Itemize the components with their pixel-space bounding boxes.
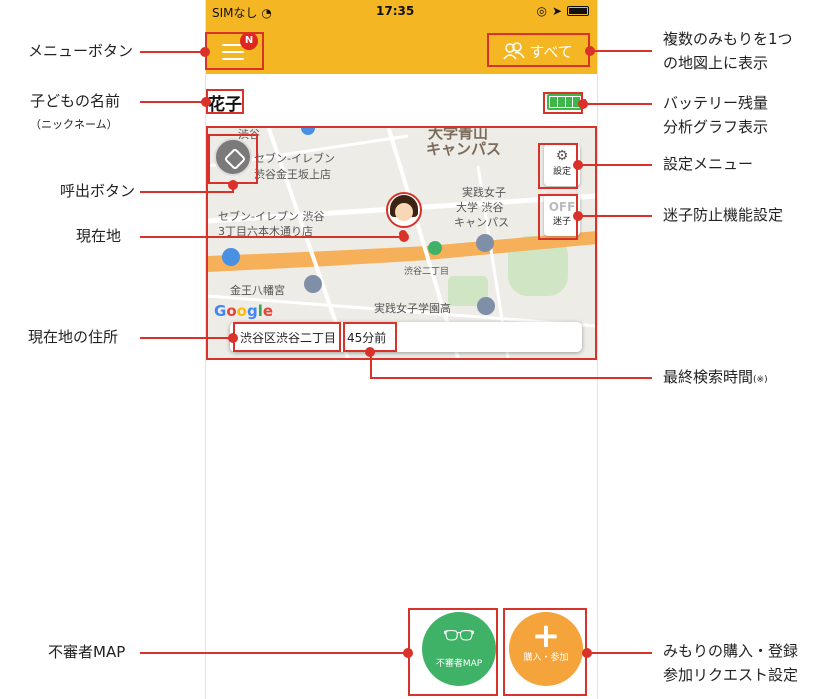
callout-dot-menu (200, 47, 210, 57)
label-last-search-text: 最終検索時間 (663, 368, 754, 386)
callout-dot-all (585, 46, 595, 56)
callout-box-purchase (503, 608, 587, 696)
callout-box-address (233, 322, 341, 352)
callout-dot-time (365, 347, 375, 357)
callout-dot-call (228, 180, 238, 190)
callout-line-name (140, 101, 206, 103)
status-time: 17:35 (376, 4, 415, 18)
callout-box-name (206, 89, 244, 114)
callout-dot-purchase (582, 648, 592, 658)
callout-line-purchase (587, 652, 652, 654)
label-purchase-1: みもりの購入・登録 (663, 642, 799, 660)
callout-line-menu (140, 51, 205, 53)
wifi-icon: ◔ (261, 6, 272, 20)
label-settings-menu: 設定メニュー (663, 155, 754, 173)
status-icons: ◎ ➤ (536, 4, 589, 18)
callout-dot-lost (573, 211, 583, 221)
callout-dot-name (201, 97, 211, 107)
callout-line-all (590, 50, 652, 52)
location-icon: ➤ (551, 4, 562, 18)
callout-line-call (140, 191, 232, 193)
label-suspicious-map: 不審者MAP (48, 643, 126, 661)
callout-box-all (487, 33, 590, 67)
carrier-text: SIMなし (212, 6, 258, 20)
label-child-name-sub: （ニックネーム） (30, 118, 118, 131)
label-current-address: 現在地の住所 (28, 328, 119, 346)
callout-dot-address (228, 333, 238, 343)
rotation-lock-icon: ◎ (536, 4, 547, 18)
label-call-button: 呼出ボタン (60, 182, 136, 200)
status-bar: SIMなし ◔ 17:35 ◎ ➤ (206, 0, 597, 22)
callout-box-suspicious (408, 608, 498, 696)
label-menu-button: メニューボタン (28, 42, 134, 60)
label-battery-2: 分析グラフ表示 (663, 118, 769, 136)
label-purchase-2: 参加リクエスト設定 (663, 666, 799, 684)
callout-dot-settings (573, 160, 583, 170)
callout-line-settings (578, 164, 652, 166)
label-current-location: 現在地 (76, 227, 122, 245)
callout-dot-battery (578, 99, 588, 109)
callout-line-battery (583, 103, 652, 105)
label-last-search-note: (※) (753, 375, 768, 385)
callout-box-settings (538, 143, 578, 189)
carrier-label: SIMなし ◔ (212, 4, 272, 21)
label-last-search-time: 最終検索時間(※) (663, 366, 768, 391)
callout-dot-suspicious (403, 648, 413, 658)
label-lost-child: 迷子防止機能設定 (663, 206, 784, 224)
label-battery-1: バッテリー残量 (663, 94, 769, 112)
callout-box-lost (538, 194, 578, 240)
callout-line-suspicious (140, 652, 408, 654)
callout-box-menu (205, 32, 264, 70)
callout-line-time (370, 377, 652, 379)
callout-line-address (140, 337, 233, 339)
phone-battery-icon (567, 6, 589, 16)
callout-line-location (140, 236, 404, 238)
callout-box-call (208, 134, 258, 184)
label-multi-map-2: の地図上に表示 (663, 54, 769, 72)
callout-dot-location (399, 232, 409, 242)
label-multi-map-1: 複数のみもりを1つ (663, 30, 793, 48)
callout-box-battery (543, 92, 583, 114)
callout-line-lost (578, 215, 652, 217)
label-child-name: 子どもの名前 (30, 92, 121, 110)
